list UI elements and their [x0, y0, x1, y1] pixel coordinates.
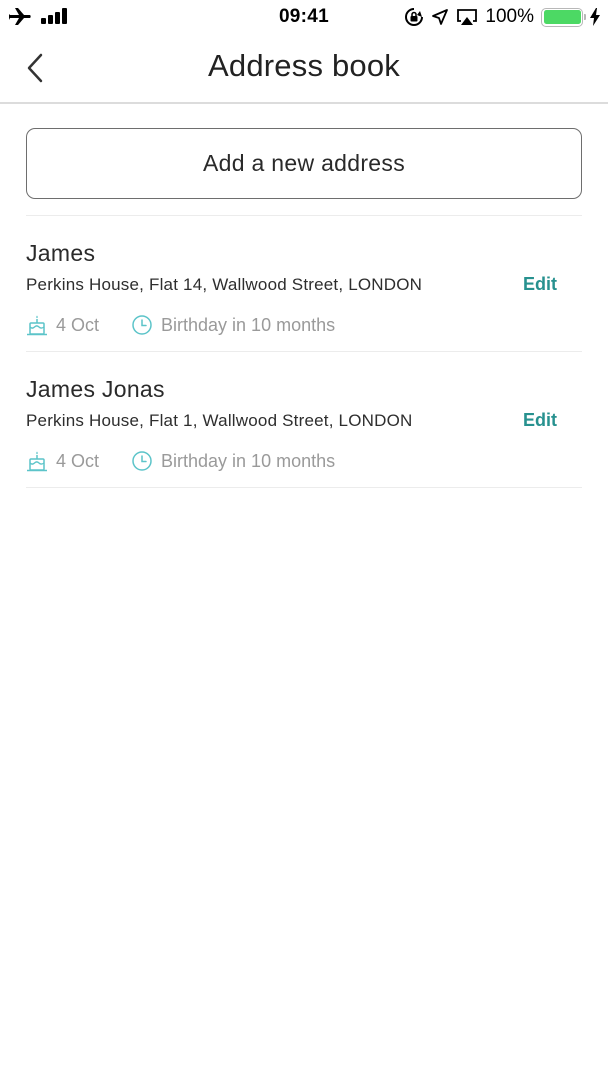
birthday-date: 4 Oct	[26, 450, 99, 472]
status-bar: 09:41 100%	[0, 0, 608, 34]
clock-icon	[131, 314, 153, 336]
contact-name: James	[26, 240, 96, 266]
contact-address: Perkins House, Flat 14, Wallwood Street,…	[26, 275, 423, 294]
address-book-content: Add a new address James Perkins House, F…	[0, 104, 608, 488]
clock-icon	[131, 450, 153, 472]
birthday-cake-icon	[26, 450, 48, 472]
page-title: Address book	[208, 48, 400, 83]
birthday-info: 4 Oct Birthday in 10 months	[26, 450, 335, 472]
battery-nub	[584, 13, 586, 20]
address-entry: James Perkins House, Flat 14, Wallwood S…	[26, 216, 582, 352]
contact-name: James Jonas	[26, 376, 165, 402]
orientation-lock-icon	[404, 7, 424, 27]
contact-address: Perkins House, Flat 1, Wallwood Street, …	[26, 411, 413, 430]
birthday-date: 4 Oct	[26, 314, 99, 336]
birthday-date-text: 4 Oct	[56, 450, 100, 471]
birthday-countdown: Birthday in 10 months	[131, 314, 335, 336]
birthday-info: 4 Oct Birthday in 10 months	[26, 314, 335, 336]
location-arrow-icon	[431, 8, 449, 26]
birthday-countdown-text: Birthday in 10 months	[161, 450, 336, 471]
birthday-date-text: 4 Oct	[56, 314, 100, 335]
edit-button[interactable]: Edit	[523, 410, 557, 431]
status-right: 100%	[404, 6, 600, 28]
airplay-icon	[456, 8, 478, 26]
navigation-bar: Address book	[0, 34, 608, 104]
address-entry: James Jonas Perkins House, Flat 1, Wallw…	[26, 352, 582, 488]
battery-percent: 100%	[485, 6, 534, 27]
birthday-countdown-text: Birthday in 10 months	[161, 314, 336, 335]
battery-fill	[543, 10, 581, 24]
battery-icon	[541, 7, 586, 27]
edit-button[interactable]: Edit	[523, 274, 557, 295]
birthday-countdown: Birthday in 10 months	[131, 450, 335, 472]
add-new-address-button[interactable]: Add a new address	[26, 128, 582, 199]
address-list: James Perkins House, Flat 14, Wallwood S…	[26, 216, 582, 488]
birthday-cake-icon	[26, 314, 48, 336]
charging-bolt-icon	[590, 8, 600, 26]
